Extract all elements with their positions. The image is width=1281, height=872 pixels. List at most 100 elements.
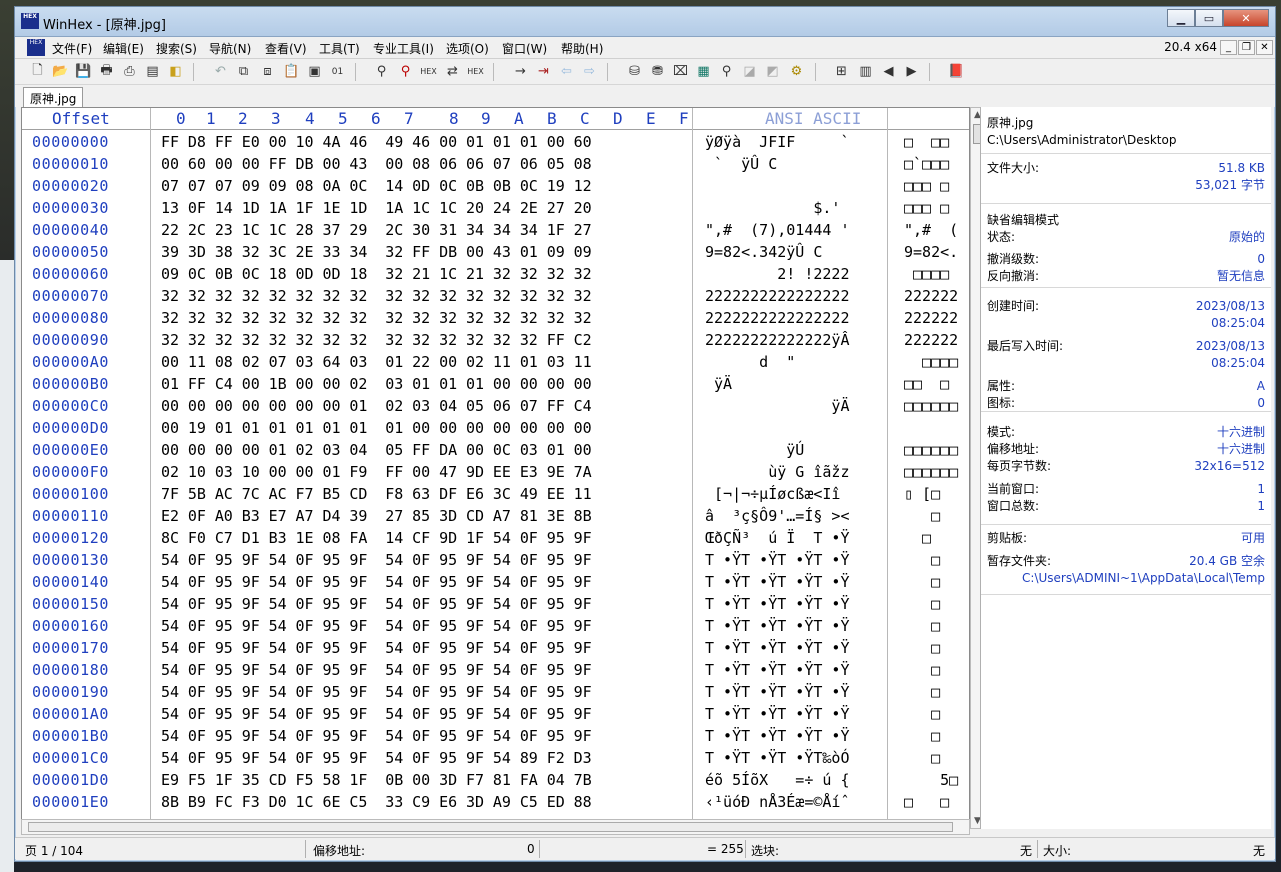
row-ascii-text[interactable]: ",# ( [904, 219, 964, 241]
menu-edit[interactable]: 编辑(E) [103, 40, 144, 57]
settings-icon[interactable]: ⚙ [788, 63, 805, 80]
row-hex-bytes[interactable]: 32 32 32 32 32 32 32 32 32 32 32 32 32 3… [161, 307, 592, 329]
row-hex-bytes[interactable]: 54 0F 95 9F 54 0F 95 9F 54 0F 95 9F 54 0… [161, 659, 592, 681]
row-ansi-text[interactable]: ` ÿÛ C [705, 153, 879, 175]
find-icon[interactable]: ⚲ [373, 63, 390, 80]
copy-icon[interactable]: ⧉ [235, 63, 252, 80]
hex-row[interactable]: 000000A0 00 11 08 02 07 03 64 03 01 22 00… [22, 351, 969, 373]
hex-row[interactable]: 00000080 32 32 32 32 32 32 32 32 32 32 32… [22, 307, 969, 329]
hex-row[interactable]: 00000060 09 0C 0B 0C 18 0D 0D 18 32 21 1C… [22, 263, 969, 285]
row-hex-bytes[interactable]: 39 3D 38 32 3C 2E 33 34 32 FF DB 00 43 0… [161, 241, 592, 263]
hex-row[interactable]: 00000170 54 0F 95 9F 54 0F 95 9F 54 0F 95… [22, 637, 969, 659]
tab-file[interactable]: 原神.jpg [23, 87, 84, 107]
row-hex-bytes[interactable]: 00 19 01 01 01 01 01 01 01 00 00 00 00 0… [161, 417, 592, 439]
row-ansi-text[interactable]: 2! !2222 [705, 263, 879, 285]
row-ascii-text[interactable]: □ [904, 571, 964, 593]
row-hex-bytes[interactable]: 00 00 00 00 01 02 03 04 05 FF DA 00 0C 0… [161, 439, 592, 461]
row-hex-bytes[interactable]: 8C F0 C7 D1 B3 1E 08 FA 14 CF 9D 1F 54 0… [161, 527, 592, 549]
row-ansi-text[interactable]: 2222222222222222 [705, 307, 879, 329]
row-hex-bytes[interactable]: 7F 5B AC 7C AC F7 B5 CD F8 63 DF E6 3C 4… [161, 483, 592, 505]
hex-row[interactable]: 00000020 07 07 07 09 09 08 0A 0C 14 0D 0C… [22, 175, 969, 197]
hex-row[interactable]: 000001E0 8B B9 FC F3 D0 1C 6E C5 33 C9 E6… [22, 791, 969, 813]
row-hex-bytes[interactable]: 54 0F 95 9F 54 0F 95 9F 54 0F 95 9F 54 8… [161, 747, 592, 769]
row-ansi-text[interactable]: ÿÚ [705, 439, 879, 461]
row-hex-bytes[interactable]: 54 0F 95 9F 54 0F 95 9F 54 0F 95 9F 54 0… [161, 725, 592, 747]
menu-file[interactable]: 文件(F) [52, 40, 92, 57]
row-hex-bytes[interactable]: 54 0F 95 9F 54 0F 95 9F 54 0F 95 9F 54 0… [161, 571, 592, 593]
menu-tools[interactable]: 工具(T) [319, 40, 360, 57]
hex-row[interactable]: 000001C0 54 0F 95 9F 54 0F 95 9F 54 0F 95… [22, 747, 969, 769]
hex-row[interactable]: 00000150 54 0F 95 9F 54 0F 95 9F 54 0F 95… [22, 593, 969, 615]
title-bar[interactable]: HEX WinHex - [原神.jpg] ▁ ▭ ✕ [15, 7, 1275, 37]
close-button[interactable]: ✕ [1223, 9, 1269, 27]
row-hex-bytes[interactable]: 54 0F 95 9F 54 0F 95 9F 54 0F 95 9F 54 0… [161, 637, 592, 659]
hex-row[interactable]: 000001D0 E9 F5 1F 35 CD F5 58 1F 0B 00 3D… [22, 769, 969, 791]
row-ascii-text[interactable]: □ [904, 703, 964, 725]
binary-icon[interactable]: 01 [329, 63, 346, 80]
back-icon[interactable]: ⇦ [558, 63, 575, 80]
row-ascii-text[interactable]: □ [904, 659, 964, 681]
hex-row[interactable]: 00000180 54 0F 95 9F 54 0F 95 9F 54 0F 95… [22, 659, 969, 681]
hash-icon[interactable]: ⚲ [718, 63, 735, 80]
copy-block-icon[interactable]: ▣ [306, 63, 323, 80]
row-ansi-text[interactable]: [¬|¬÷µÍøcßæ<Iî [705, 483, 879, 505]
row-ascii-text[interactable]: □ [904, 615, 964, 637]
hex-row[interactable]: 00000090 32 32 32 32 32 32 32 32 32 32 32… [22, 329, 969, 351]
config-icon[interactable]: ⊞ [833, 63, 850, 80]
file-properties-icon[interactable]: ▤ [144, 63, 161, 80]
hex-row[interactable]: 00000120 8C F0 C7 D1 B3 1E 08 FA 14 CF 9D… [22, 527, 969, 549]
row-ascii-text[interactable]: 222222 [904, 307, 964, 329]
row-ansi-text[interactable]: 22222222222222ÿÂ [705, 329, 879, 351]
row-ascii-text[interactable]: □ [904, 505, 964, 527]
row-hex-bytes[interactable]: 09 0C 0B 0C 18 0D 0D 18 32 21 1C 21 32 3… [161, 263, 592, 285]
open-folder-icon[interactable]: ◧ [167, 63, 184, 80]
hex-row[interactable]: 00000160 54 0F 95 9F 54 0F 95 9F 54 0F 95… [22, 615, 969, 637]
mdi-close-button[interactable]: ✕ [1256, 40, 1273, 55]
row-hex-bytes[interactable]: 22 2C 23 1C 1C 28 37 29 2C 30 31 34 34 3… [161, 219, 592, 241]
hex-row[interactable]: 00000070 32 32 32 32 32 32 32 32 32 32 32… [22, 285, 969, 307]
row-ascii-text[interactable]: □ □ [904, 791, 964, 813]
hex-row[interactable]: 00000190 54 0F 95 9F 54 0F 95 9F 54 0F 95… [22, 681, 969, 703]
row-ascii-text[interactable]: □□□ □ [904, 175, 964, 197]
row-ascii-text[interactable]: 222222 [904, 329, 964, 351]
row-hex-bytes[interactable]: E9 F5 1F 35 CD F5 58 1F 0B 00 3D F7 81 F… [161, 769, 592, 791]
row-hex-bytes[interactable]: 13 0F 14 1D 1A 1F 1E 1D 1A 1C 1C 20 24 2… [161, 197, 592, 219]
hex-row[interactable]: 000001A0 54 0F 95 9F 54 0F 95 9F 54 0F 95… [22, 703, 969, 725]
row-ansi-text[interactable]: â ³ç§Ô9'…=Í§ >< [705, 505, 879, 527]
row-hex-bytes[interactable]: 01 FF C4 00 1B 00 00 02 03 01 01 01 00 0… [161, 373, 592, 395]
hex-row[interactable]: 000000D0 00 19 01 01 01 01 01 01 01 00 00… [22, 417, 969, 439]
hex-row[interactable]: 00000030 13 0F 14 1D 1A 1F 1E 1D 1A 1C 1C… [22, 197, 969, 219]
row-ascii-text[interactable]: 5□ [904, 769, 964, 791]
help-book-icon[interactable]: 📕 [948, 63, 965, 80]
row-hex-bytes[interactable]: 32 32 32 32 32 32 32 32 32 32 32 32 32 3… [161, 285, 592, 307]
find-hex-icon[interactable]: ⚲ [397, 63, 414, 80]
row-ascii-text[interactable]: □`□□□ [904, 153, 964, 175]
row-ansi-text[interactable]: ÿÄ [705, 373, 879, 395]
row-ascii-text[interactable]: □ [904, 549, 964, 571]
row-ascii-text[interactable]: □ [904, 681, 964, 703]
save-icon[interactable]: 💾 [75, 63, 92, 80]
ram-icon[interactable]: ⛃ [649, 63, 666, 80]
row-ansi-text[interactable]: T •ŸT •ŸT •ŸT •Ÿ [705, 659, 879, 681]
hex-row[interactable]: 000001B0 54 0F 95 9F 54 0F 95 9F 54 0F 95… [22, 725, 969, 747]
properties-icon[interactable]: ⎙ [121, 63, 138, 80]
previous-icon[interactable]: ◀ [880, 63, 897, 80]
row-ascii-text[interactable]: □ [904, 725, 964, 747]
row-ansi-text[interactable]: T •ŸT •ŸT •ŸT •Ÿ [705, 593, 879, 615]
row-ascii-text[interactable]: □□□□□□ [904, 439, 964, 461]
row-ascii-text[interactable]: ▯ [□ [904, 483, 964, 505]
row-ansi-text[interactable]: T •ŸT •ŸT •ŸT •Ÿ [705, 725, 879, 747]
hex-row[interactable]: 00000050 39 3D 38 32 3C 2E 33 34 32 FF DB… [22, 241, 969, 263]
paste-icon[interactable]: 📋 [283, 63, 300, 80]
row-ascii-text[interactable]: □□□□□□ [904, 461, 964, 483]
forward-icon[interactable]: ⇨ [581, 63, 598, 80]
new-file-icon[interactable]: 🗋 [29, 63, 46, 80]
hex-row[interactable]: 00000040 22 2C 23 1C 1C 28 37 29 2C 30 31… [22, 219, 969, 241]
horizontal-scroll-thumb[interactable] [28, 822, 953, 832]
row-hex-bytes[interactable]: 54 0F 95 9F 54 0F 95 9F 54 0F 95 9F 54 0… [161, 549, 592, 571]
row-hex-bytes[interactable]: 00 60 00 00 FF DB 00 43 00 08 06 06 07 0… [161, 153, 592, 175]
row-ascii-text[interactable]: □□□□ [904, 263, 964, 285]
disk-tool-icon[interactable]: ⌧ [672, 63, 689, 80]
menu-search[interactable]: 搜索(S) [156, 40, 197, 57]
row-hex-bytes[interactable]: 00 11 08 02 07 03 64 03 01 22 00 02 11 0… [161, 351, 592, 373]
